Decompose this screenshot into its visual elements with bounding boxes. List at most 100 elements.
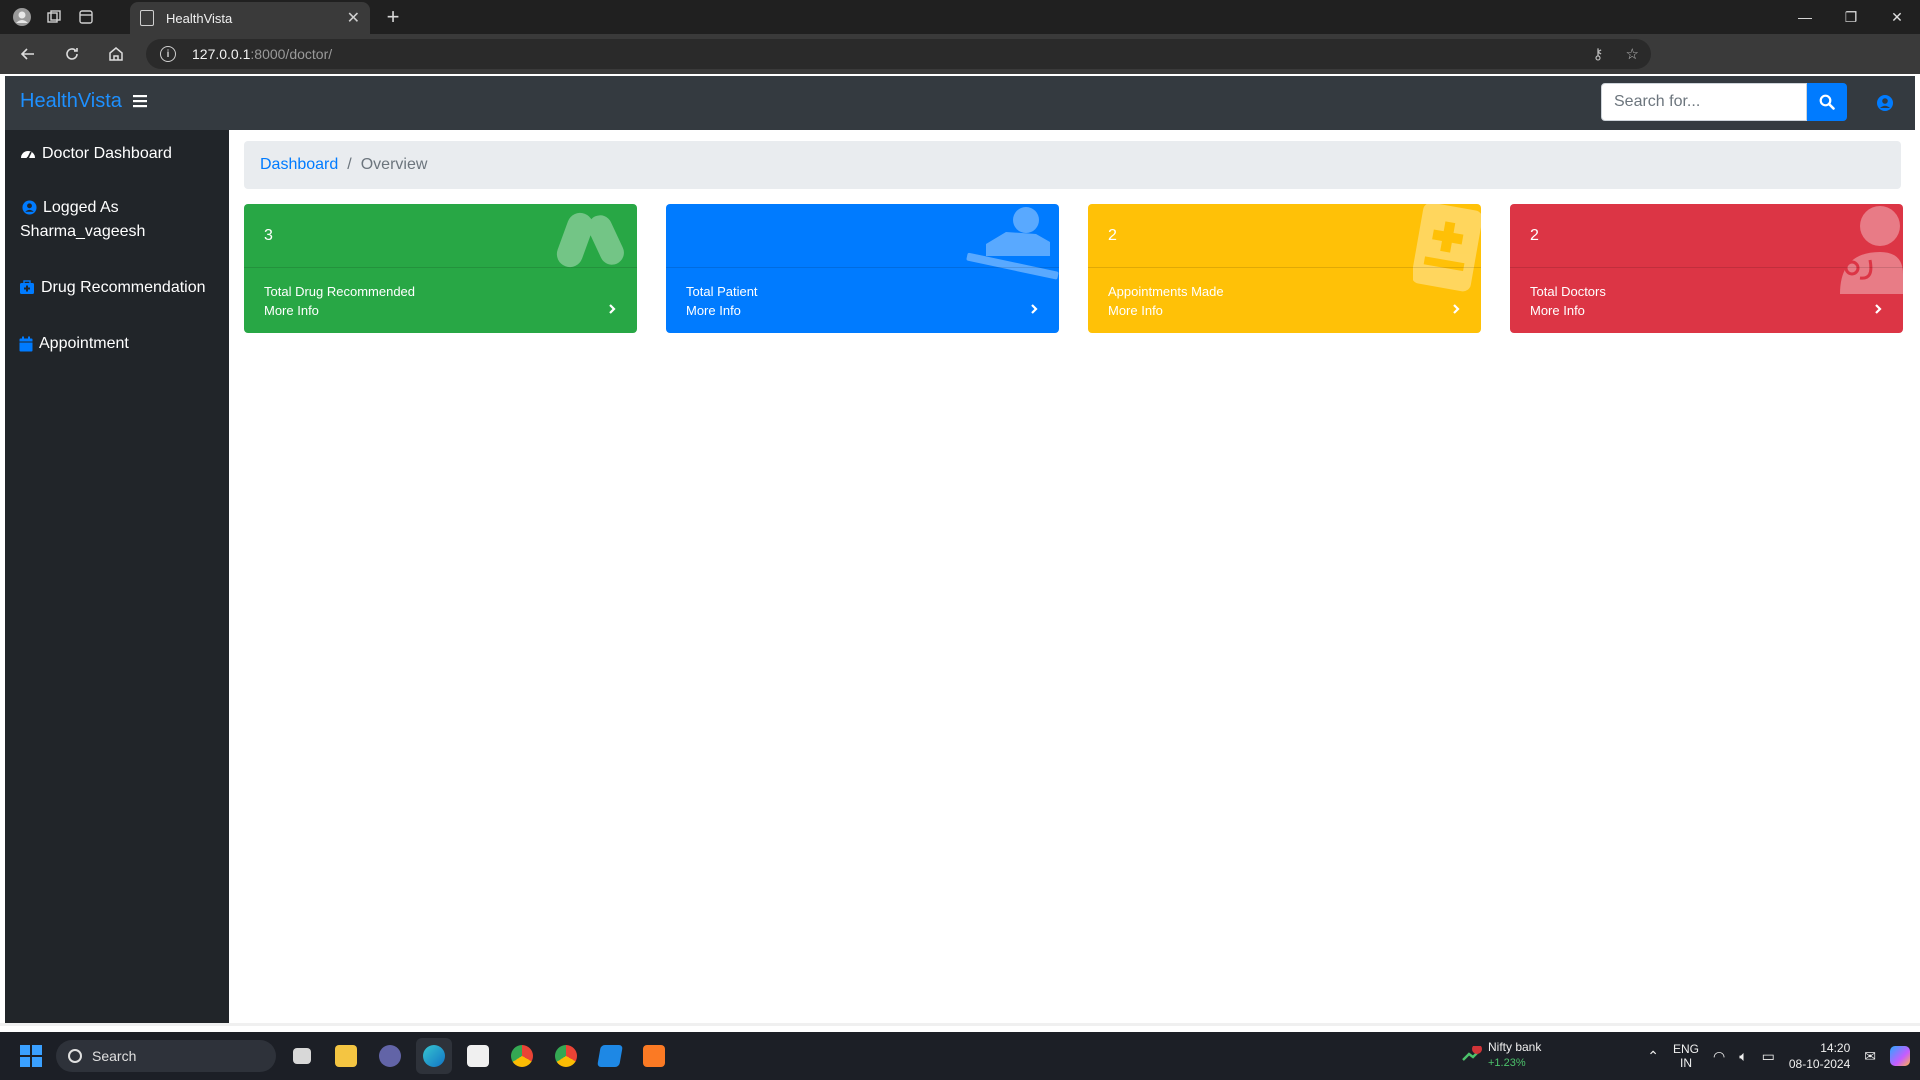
show-hidden-icons-chevron-icon[interactable]: ⌃ [1647,1048,1659,1065]
search-icon [68,1049,82,1063]
logged-username: Sharma_vageesh [20,223,146,240]
close-window-icon[interactable]: ✕ [1874,0,1920,34]
chrome-icon[interactable] [504,1038,540,1074]
new-tab-button[interactable]: + [380,0,406,34]
window-controls: — ❐ ✕ [1782,0,1920,34]
user-circle-icon [22,200,37,215]
card-more-info-link[interactable]: More Info [1108,303,1163,318]
back-icon[interactable] [6,34,50,74]
tab-healthvista[interactable]: HealthVista ✕ [130,2,370,34]
sidebar-item-label: Doctor Dashboard [42,145,172,162]
tab-actions-icon[interactable] [70,0,102,34]
site-info-icon[interactable]: i [160,46,176,62]
stat-card-drugs: 3 Total Drug Recommended More Info [244,204,637,333]
password-key-icon[interactable]: ⚷ [1593,45,1604,63]
edge-icon[interactable] [416,1038,452,1074]
vscode-icon[interactable] [592,1038,628,1074]
stock-widget[interactable]: Nifty bank +1.23% [1462,1038,1562,1074]
card-body [1088,204,1481,268]
chevron-right-icon[interactable] [1029,302,1039,316]
system-tray: ⌃ ENG IN ◠ 🔈︎ ▭ 14:20 08-10-2024 ✉︎ [1647,1032,1910,1080]
address-bar[interactable]: i 127.0.0.1:8000/doctor/ ⚷ ☆ [146,39,1651,69]
search-input[interactable] [1601,83,1807,121]
url-text[interactable]: 127.0.0.1:8000/doctor/ [192,46,332,62]
chevron-right-icon[interactable] [1873,302,1883,316]
wifi-icon[interactable]: ◠ [1713,1048,1725,1065]
clock[interactable]: 14:20 08-10-2024 [1789,1040,1850,1072]
teams-icon[interactable] [372,1038,408,1074]
sidebar-item-label: Appointment [39,335,129,352]
profile-icon[interactable] [6,0,38,34]
breadcrumb: Dashboard / Overview [244,141,1901,189]
stock-name: Nifty bank [1488,1040,1542,1054]
refresh-icon[interactable] [50,34,94,74]
task-view-icon[interactable] [284,1038,320,1074]
calendar-icon [19,336,33,352]
microsoft-store-icon[interactable] [460,1038,496,1074]
card-value: 2 [1108,227,1117,244]
sidebar-item-logged-as: Logged As Sharma_vageesh [20,196,220,244]
card-more-info-link[interactable]: More Info [1530,303,1585,318]
medkit-icon [20,280,34,294]
minimize-icon[interactable]: — [1782,0,1828,34]
address-bar-actions: ⚷ ☆ [1593,39,1639,69]
home-icon[interactable] [94,34,138,74]
card-body [666,204,1059,268]
workspaces-icon[interactable] [38,0,70,34]
sidebar-item-drug-recommendation[interactable]: Drug Recommendation [19,276,206,300]
volume-icon[interactable]: 🔈︎ [1739,1048,1747,1065]
breadcrumb-dashboard-link[interactable]: Dashboard [260,156,338,174]
restore-icon[interactable]: ❐ [1828,0,1874,34]
sidebar-item-doctor-dashboard[interactable]: Doctor Dashboard [20,142,172,166]
card-more-info-link[interactable]: More Info [686,303,741,318]
stock-chart-icon [1462,1046,1482,1061]
sidebar-item-label: Drug Recommendation [41,279,206,296]
card-title: Total Doctors [1530,284,1606,299]
windows-start-icon[interactable] [20,1045,42,1067]
search-icon [1819,94,1835,110]
stat-card-doctors: 2 Total Doctors More Info [1510,204,1903,333]
search-button[interactable] [1807,83,1847,121]
chrome-profile-icon[interactable] [548,1038,584,1074]
taskbar-search[interactable]: Search [56,1040,276,1072]
xampp-icon[interactable] [636,1038,672,1074]
brand-logo[interactable]: HealthVista [20,90,122,113]
browser-tab-bar: HealthVista ✕ + — ❐ ✕ [0,0,1920,34]
sidebar-toggle-icon[interactable] [133,93,147,111]
favorite-star-icon[interactable]: ☆ [1626,45,1639,63]
tachometer-icon [21,151,35,160]
chevron-right-icon[interactable] [1451,302,1461,316]
card-title: Appointments Made [1108,284,1224,299]
card-title: Total Patient [686,284,758,299]
taskbar-search-label: Search [92,1048,137,1064]
window-bottom-edge [0,1023,1920,1026]
card-value: 2 [1530,227,1539,244]
sidebar: Doctor Dashboard Logged As Sharma_vagees… [5,130,229,1023]
user-account-icon[interactable] [1876,94,1894,112]
search-form [1601,83,1847,121]
main-content: Dashboard / Overview 3 Total Drug Recomm… [229,130,1915,1023]
stat-card-patients: Total Patient More Info [666,204,1059,333]
sidebar-item-appointment[interactable]: Appointment [19,332,129,356]
notifications-icon[interactable]: ✉︎ [1864,1048,1876,1065]
close-tab-icon[interactable]: ✕ [347,8,360,28]
card-value: 3 [264,227,273,244]
card-body [1510,204,1903,268]
card-more-info-link[interactable]: More Info [264,303,319,318]
card-title: Total Drug Recommended [264,284,416,299]
copilot-taskbar-icon[interactable] [1890,1046,1910,1066]
breadcrumb-separator: / [347,156,352,173]
logged-as-label: Logged As [43,199,119,216]
breadcrumb-current: Overview [360,156,428,173]
language-indicator[interactable]: ENG IN [1673,1042,1699,1070]
windows-taskbar: Search Nifty bank +1.23% ⌃ ENG IN ◠ 🔈︎ ▭ … [0,1032,1920,1080]
stock-change: +1.23% [1488,1057,1526,1069]
top-navbar: HealthVista [5,76,1915,130]
taskbar-apps [284,1038,672,1074]
browser-toolbar: i 127.0.0.1:8000/doctor/ ⚷ ☆ ◫ ✩ ⧉ ✿ ··· [0,34,1920,100]
card-body [244,204,637,268]
file-explorer-icon[interactable] [328,1038,364,1074]
page-icon [140,10,154,26]
chevron-right-icon[interactable] [607,302,617,316]
battery-icon[interactable]: ▭ [1762,1048,1775,1065]
